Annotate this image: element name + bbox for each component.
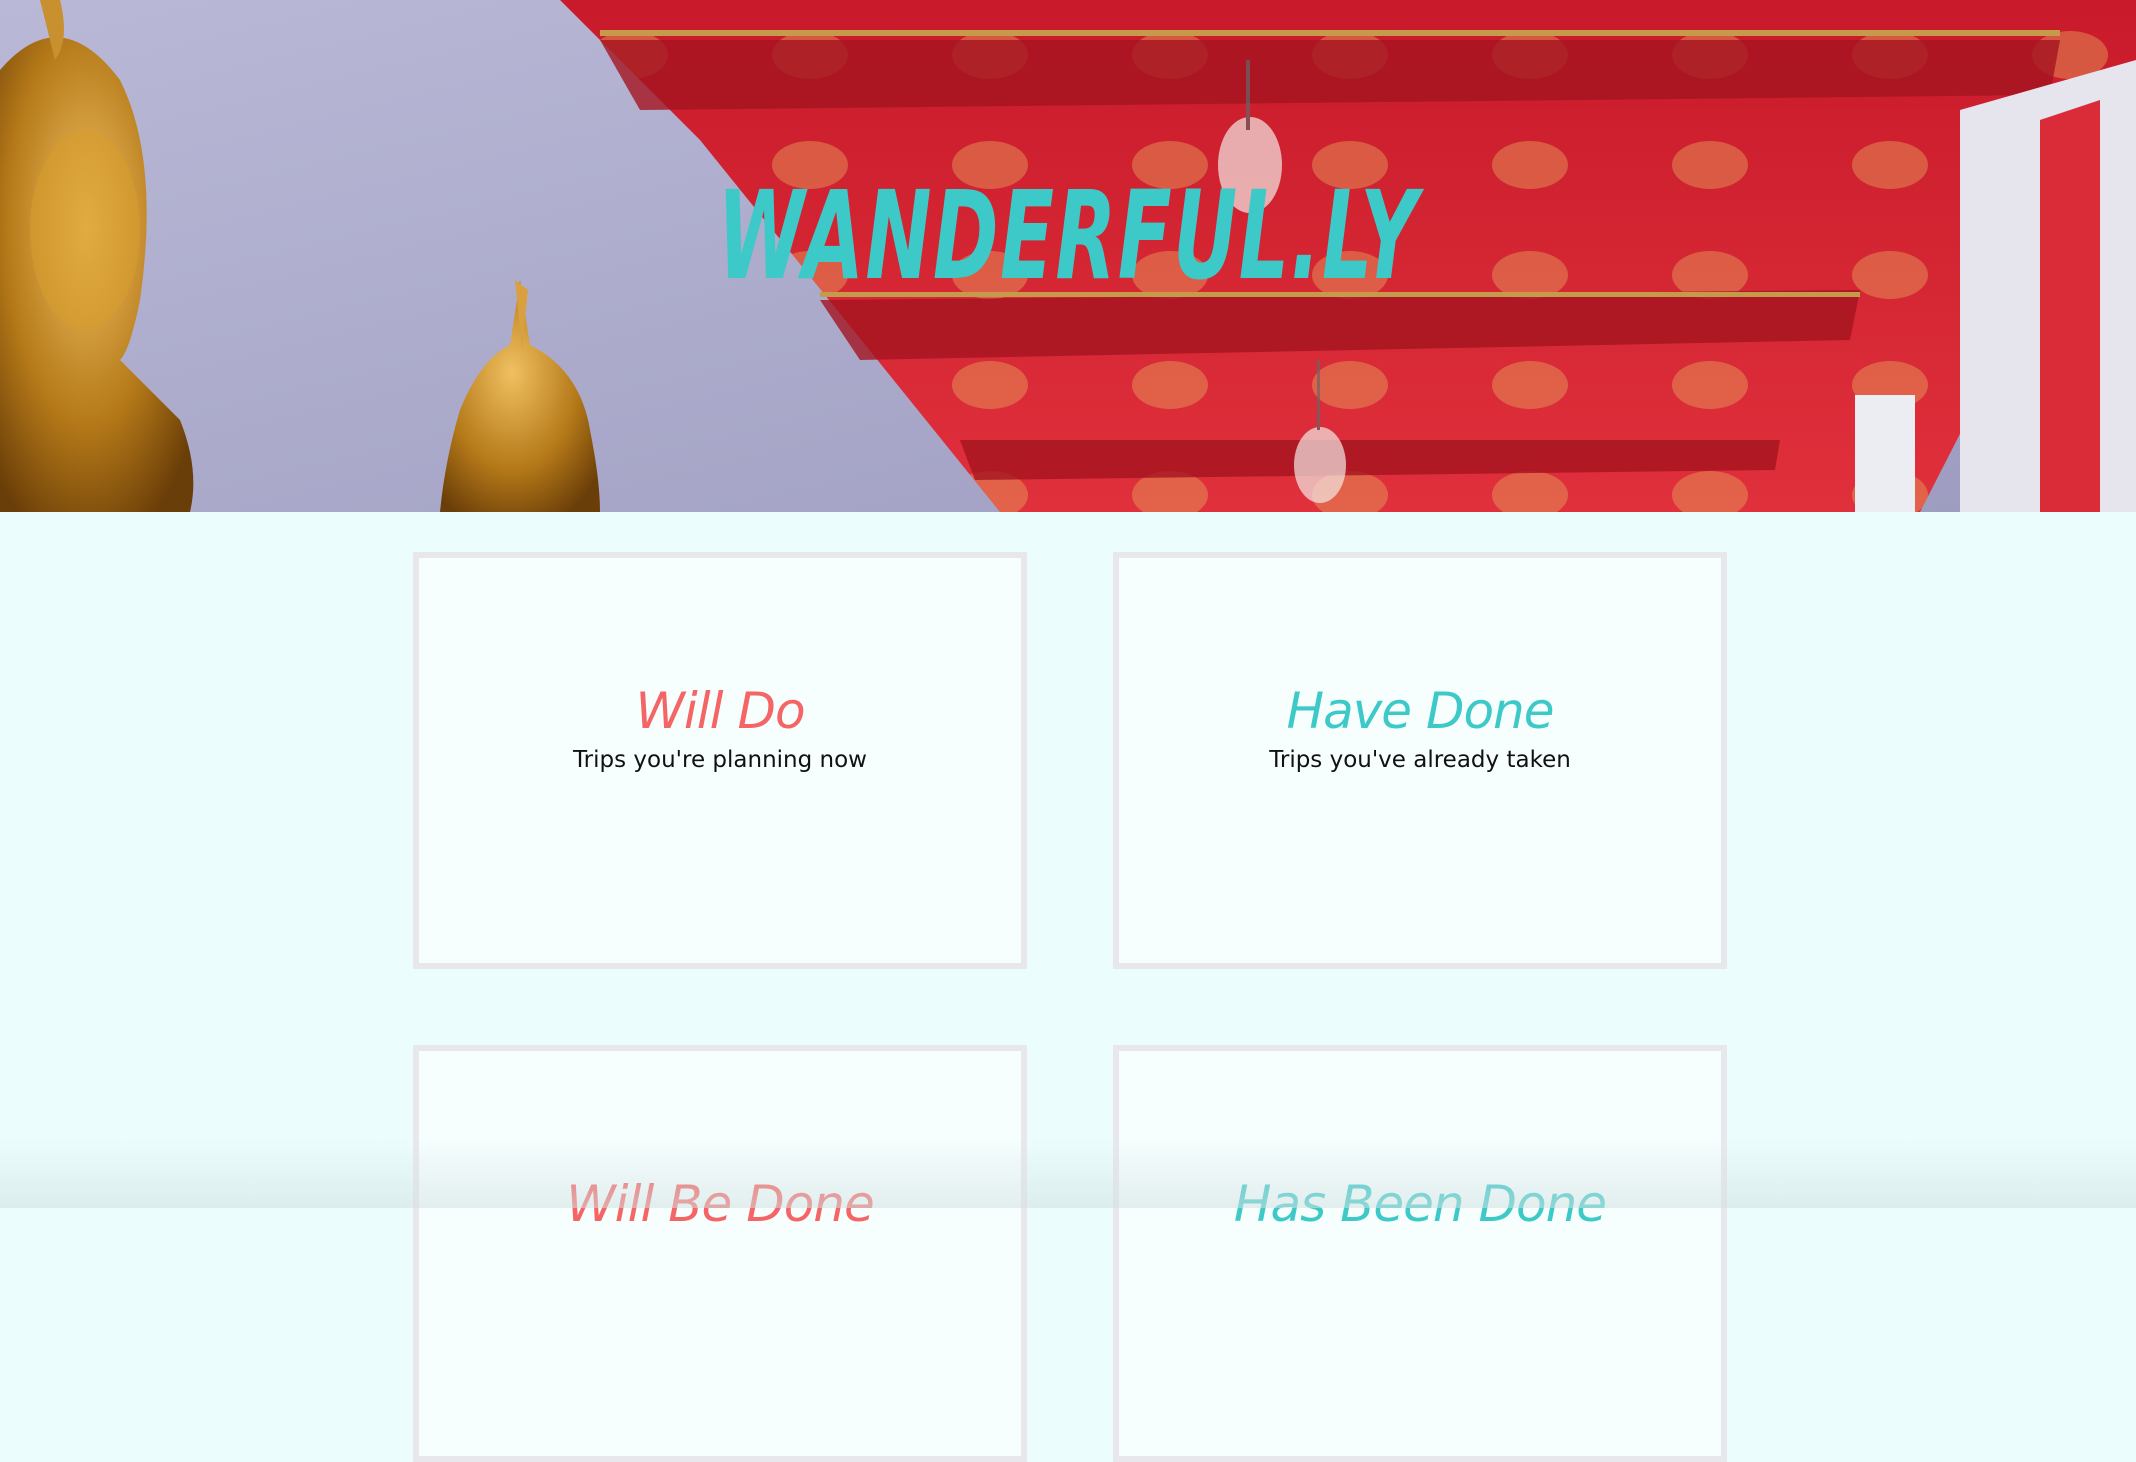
bottom-fade: [0, 1138, 2136, 1208]
card-title: Have Done: [1286, 682, 1554, 740]
card-title: Has Been Done: [1233, 1175, 1607, 1233]
card-title: Will Do: [635, 682, 805, 740]
card-have-done[interactable]: Have Done Trips you've already taken: [1113, 552, 1727, 969]
card-subtitle: Trips you're planning now: [573, 747, 867, 773]
brand-logo[interactable]: Wanderful.ly: [299, 165, 1837, 307]
card-subtitle: Trips you've already taken: [1269, 747, 1571, 773]
card-title: Will Be Done: [566, 1175, 875, 1233]
hero-banner: Wanderful.ly: [0, 0, 2136, 512]
card-will-do[interactable]: Will Do Trips you're planning now: [413, 552, 1027, 969]
trip-categories: Will Do Trips you're planning now Have D…: [0, 512, 2136, 1462]
card-will-be-done[interactable]: Will Be Done: [413, 1045, 1027, 1462]
card-has-been-done[interactable]: Has Been Done: [1113, 1045, 1727, 1462]
